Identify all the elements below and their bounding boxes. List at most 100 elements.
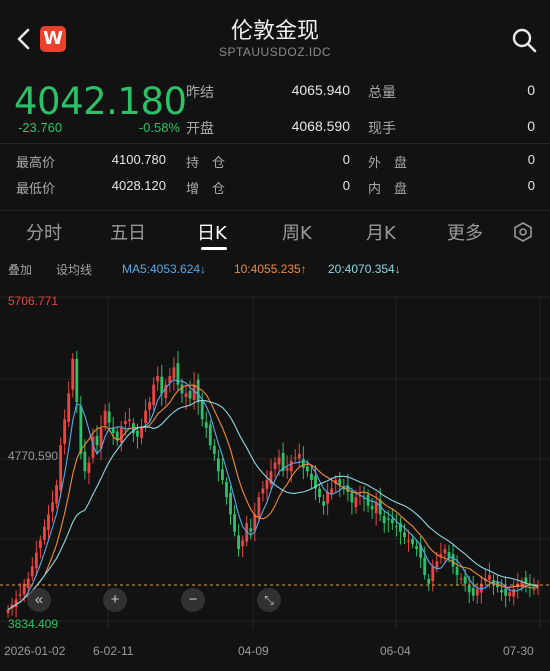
candle-body <box>140 427 143 439</box>
ma5-value: MA5:4053.624↓ <box>122 262 207 276</box>
current-hand-value: 0 <box>527 118 535 134</box>
search-icon[interactable] <box>510 26 538 54</box>
x-axis-label: 6-02-11 <box>93 644 134 658</box>
candle-body <box>83 451 87 472</box>
volume-value: 0 <box>527 82 535 98</box>
candle-body <box>447 552 451 558</box>
scroll-left-button[interactable]: « <box>27 588 51 612</box>
ma20-line <box>7 399 539 611</box>
tab-monthly-k[interactable]: 月K <box>366 219 396 245</box>
kline-svg[interactable]: 5706.771 4770.590 3834.409 <box>0 283 550 631</box>
candle-body <box>423 557 427 576</box>
moving-averages <box>7 378 539 611</box>
candle-body <box>394 526 398 528</box>
candle-body <box>67 393 71 422</box>
candle-body <box>59 445 63 491</box>
candle-body <box>221 469 224 480</box>
candle-body <box>427 578 431 584</box>
candle-body <box>148 401 152 410</box>
candle-body <box>152 384 156 406</box>
candle-body <box>403 532 406 537</box>
candle-body <box>6 609 10 614</box>
candle-body <box>382 516 386 524</box>
candle-body <box>95 435 99 446</box>
candle-body <box>386 518 390 520</box>
candle-body <box>500 589 503 593</box>
tab-five-day[interactable]: 五日 <box>110 219 146 245</box>
candle-body <box>407 540 410 542</box>
candle-body <box>488 575 491 580</box>
x-axis-label: 2026-01-02 <box>4 644 66 658</box>
candle-body <box>119 427 123 443</box>
candle-body <box>451 554 455 567</box>
candle-body <box>26 578 30 589</box>
candle-body <box>471 588 475 596</box>
inner-volume-label: 内 盘 <box>368 182 408 197</box>
candle-body <box>310 473 313 480</box>
y-axis-min-label: 3834.409 <box>8 617 58 629</box>
candle-body <box>305 466 309 472</box>
candle-body <box>196 379 200 402</box>
candle-body <box>512 588 516 597</box>
candle-body <box>103 410 107 425</box>
candle-body <box>455 566 459 576</box>
tab-weekly-k[interactable]: 周K <box>282 219 312 245</box>
open-interest-value: 0 <box>342 152 350 167</box>
candle-body <box>237 535 241 550</box>
candle-body <box>265 479 269 489</box>
zoom-in-button[interactable]: + <box>103 588 127 612</box>
candle-body <box>273 462 277 470</box>
fullscreen-button[interactable]: ⤡ <box>257 588 281 612</box>
overlay-button[interactable]: 叠加 <box>8 261 32 278</box>
kline-chart[interactable]: 5706.771 4770.590 3834.409 « + − ⤡ <box>0 283 550 631</box>
candle-body <box>156 376 160 382</box>
candle-body <box>188 390 192 399</box>
ma5-line <box>7 378 539 611</box>
divider <box>0 143 550 144</box>
candle-body <box>216 458 220 472</box>
x-axis-label: 07-30 <box>503 644 534 658</box>
candle-body <box>87 462 91 473</box>
candle-body <box>370 505 374 510</box>
candle-body <box>293 457 297 459</box>
open-interest-label: 持 仓 <box>186 156 226 171</box>
candle-body <box>289 460 293 472</box>
candle-body <box>277 457 281 465</box>
candle-body <box>63 419 67 444</box>
candle-body <box>297 453 301 459</box>
candle-body <box>301 458 305 468</box>
candle-body <box>285 467 289 471</box>
tab-intraday[interactable]: 分时 <box>26 219 62 245</box>
candle-body <box>18 594 22 596</box>
candle-body <box>241 540 245 547</box>
high-value: 4100.780 <box>111 152 166 167</box>
ma20-value: 20:4070.354↓ <box>328 262 401 276</box>
x-axis: 2026-01-02 6-02-11 04-09 06-04 07-30 <box>0 640 550 671</box>
header: W 伦敦金现 SPTAUUSDOZ.IDC <box>0 0 550 76</box>
tab-more[interactable]: 更多 <box>447 219 483 245</box>
candle-body <box>172 367 176 379</box>
open-value: 4068.590 <box>291 118 350 134</box>
candle-body <box>257 497 261 518</box>
candle-body <box>415 546 419 550</box>
ma-settings-button[interactable]: 设均线 <box>56 261 92 278</box>
candle-body <box>443 549 447 554</box>
candle-body <box>123 421 127 424</box>
price-change: -23.760 <box>18 120 63 135</box>
candle-body <box>208 424 212 446</box>
candle-body <box>71 358 75 390</box>
candle-body <box>225 481 228 498</box>
y-axis-mid-label: 4770.590 <box>8 449 58 463</box>
candle-body <box>354 497 358 508</box>
settings-icon[interactable] <box>512 221 534 243</box>
outer-volume-value: 0 <box>527 152 535 167</box>
candle-body <box>144 410 147 424</box>
candle-body <box>55 485 58 504</box>
candle-body <box>38 540 42 549</box>
x-axis-label: 04-09 <box>238 644 269 658</box>
period-tabs: 分时 五日 日K 周K 月K 更多 <box>0 210 550 252</box>
candle-body <box>322 501 325 506</box>
tab-daily-k[interactable]: 日K <box>197 219 227 245</box>
zoom-out-button[interactable]: − <box>181 588 205 612</box>
outer-volume-label: 外 盘 <box>368 156 408 171</box>
